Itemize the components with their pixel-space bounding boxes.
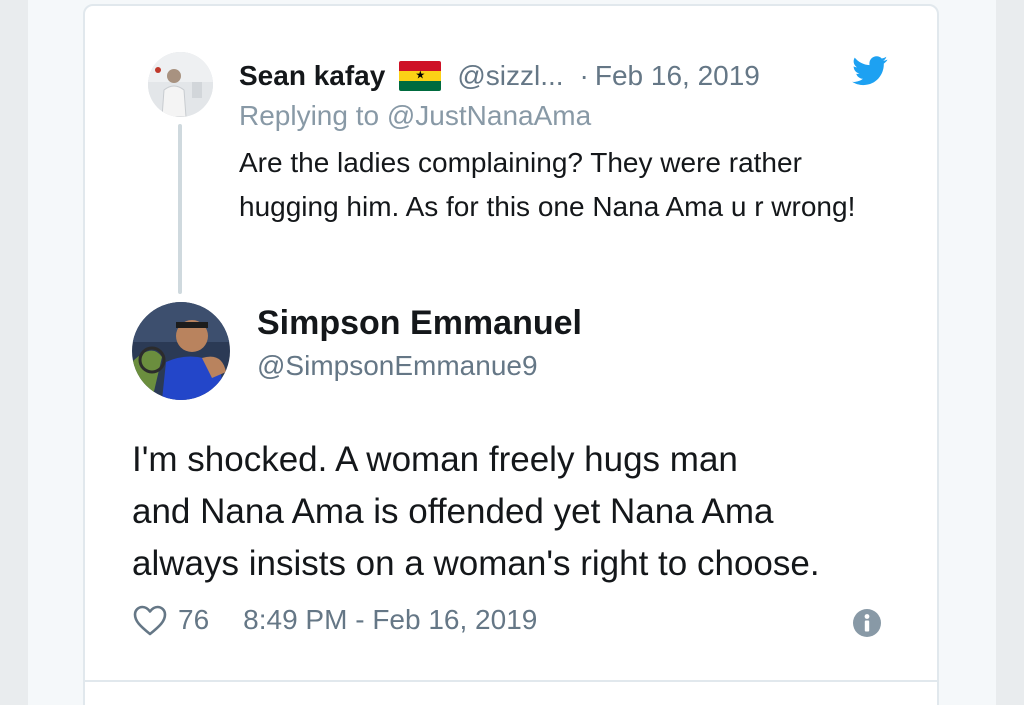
tweet-timestamp[interactable]: 8:49 PM - Feb 16, 2019 — [243, 604, 537, 636]
thread-line — [178, 124, 182, 294]
main-author-avatar[interactable] — [132, 302, 230, 400]
main-author-name[interactable]: Simpson Emmanuel — [257, 304, 582, 343]
replying-to-prefix: Replying to — [239, 100, 387, 131]
reply-author-name[interactable]: Sean kafay — [239, 60, 385, 92]
reply-author-handle[interactable]: @sizzl... — [457, 60, 563, 92]
reply-tweet-text: Are the ladies complaining? They were ra… — [239, 147, 856, 222]
reply-date[interactable]: Feb 16, 2019 — [595, 60, 760, 92]
tweet-footer: 76 8:49 PM - Feb 16, 2019 — [132, 600, 537, 640]
right-margin — [996, 0, 1024, 705]
ghana-flag-icon: ★ — [399, 61, 442, 91]
twitter-bird-icon[interactable] — [852, 56, 888, 86]
info-icon[interactable] — [852, 608, 882, 638]
card-divider — [83, 680, 939, 682]
reply-author-avatar[interactable] — [148, 52, 213, 117]
heart-icon[interactable] — [132, 604, 168, 636]
main-tweet-text: I'm shocked. A woman freely hugs man and… — [132, 440, 820, 583]
separator-dot: · — [579, 60, 589, 91]
like-count: 76 — [178, 604, 210, 635]
reply-header: Sean kafay ★ @sizzl... · Feb 16, 2019 — [239, 56, 760, 96]
left-margin — [0, 0, 28, 705]
replying-to-line: Replying to @JustNanaAma — [239, 100, 591, 132]
replying-to-handle-link[interactable]: @JustNanaAma — [387, 100, 591, 131]
page: Sean kafay ★ @sizzl... · Feb 16, 2019 Re… — [0, 0, 1024, 705]
main-author-handle[interactable]: @SimpsonEmmanue9 — [257, 350, 538, 382]
